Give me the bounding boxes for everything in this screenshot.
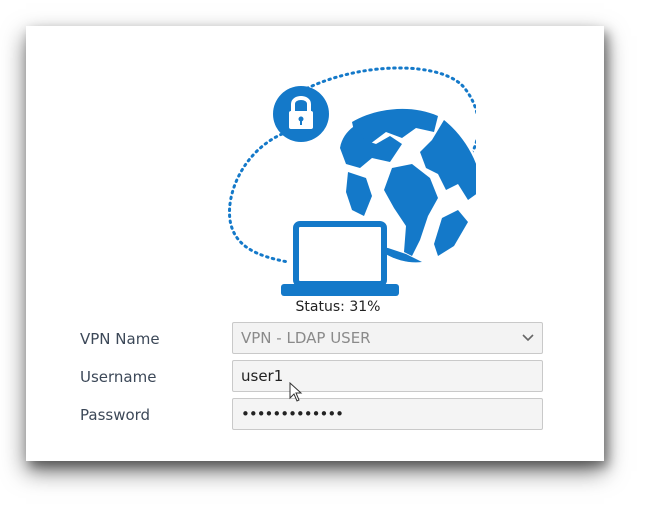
username-input[interactable]: user1 bbox=[232, 360, 543, 392]
vpn-name-row: VPN Name VPN - LDAP USER bbox=[80, 322, 546, 356]
username-label: Username bbox=[80, 368, 157, 386]
vpn-name-selected-value: VPN - LDAP USER bbox=[241, 329, 371, 347]
vpn-connection-card: Status: 31% VPN Name VPN - LDAP USER Use… bbox=[26, 26, 604, 461]
mouse-cursor-icon bbox=[289, 382, 303, 402]
chevron-down-icon bbox=[522, 334, 534, 342]
vpn-name-select[interactable]: VPN - LDAP USER bbox=[232, 322, 543, 354]
vpn-name-label: VPN Name bbox=[80, 330, 160, 348]
password-label: Password bbox=[80, 406, 151, 424]
password-input[interactable]: ••••••••••••• bbox=[232, 398, 543, 430]
lock-icon bbox=[273, 86, 329, 142]
connection-status: Status: 31% bbox=[295, 299, 381, 315]
password-row: Password ••••••••••••• bbox=[80, 398, 546, 432]
laptop-icon bbox=[281, 221, 399, 296]
username-row: Username user1 bbox=[80, 360, 546, 394]
vpn-illustration bbox=[228, 66, 476, 296]
